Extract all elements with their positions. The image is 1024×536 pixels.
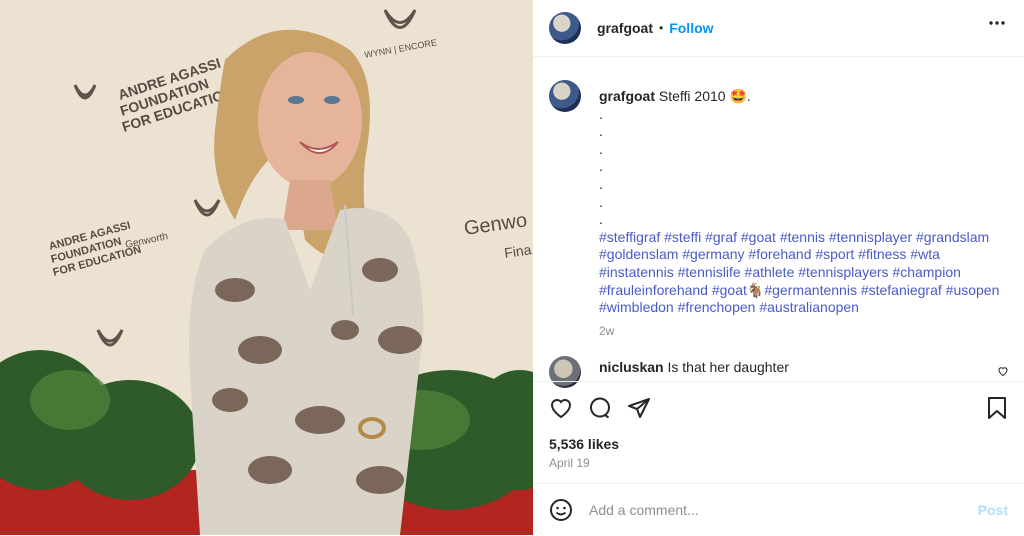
dot-line: . xyxy=(599,105,603,122)
caption-emoji: 🤩 xyxy=(729,88,747,104)
caption-dots: . . . . . . . xyxy=(599,106,1009,229)
post-header: grafgoat • Follow xyxy=(533,0,1024,57)
emoji-icon[interactable] xyxy=(549,498,573,527)
follow-button[interactable]: Follow xyxy=(669,20,713,36)
dot-line: . xyxy=(599,158,603,175)
author-username[interactable]: grafgoat xyxy=(597,20,653,36)
caption-time[interactable]: 2w xyxy=(599,323,1009,341)
author-avatar[interactable] xyxy=(549,12,581,44)
comment-item: nicluskan Is that her daughter xyxy=(549,356,1009,388)
add-comment-bar: Post xyxy=(533,483,1024,536)
commenter-username[interactable]: nicluskan xyxy=(599,359,664,375)
post-details-panel: grafgoat • Follow grafgoat Steffi 2010 🤩… xyxy=(533,0,1024,535)
heart-icon[interactable] xyxy=(549,396,573,425)
photo-illustration: ANDRE AGASSI FOUNDATION FOR EDUCATION AN… xyxy=(0,0,533,535)
caption-text: grafgoat Steffi 2010 🤩. . . . . . . . #s… xyxy=(599,80,1009,340)
caption-username[interactable]: grafgoat xyxy=(599,88,655,104)
action-bar xyxy=(533,381,1024,422)
post-comment-button[interactable]: Post xyxy=(978,502,1008,518)
comment-icon[interactable] xyxy=(588,396,612,425)
share-icon[interactable] xyxy=(627,396,651,425)
dot-line: . xyxy=(599,193,603,210)
post-photo[interactable]: ANDRE AGASSI FOUNDATION FOR EDUCATION AN… xyxy=(0,0,533,535)
more-options-icon[interactable] xyxy=(988,14,1006,36)
caption-avatar[interactable] xyxy=(549,80,581,112)
bookmark-icon[interactable] xyxy=(986,396,1008,425)
caption-hashtags[interactable]: #steffigraf #steffi #graf #goat #tennis … xyxy=(599,229,1009,317)
dot-line: . xyxy=(599,175,603,192)
likes-count[interactable]: 5,536 likes xyxy=(549,436,619,452)
header-separator: • xyxy=(659,21,664,35)
comment-text: Is that her daughter xyxy=(667,359,789,375)
caption-body: Steffi 2010 xyxy=(658,88,726,104)
dot-line: . xyxy=(599,140,603,157)
small-heart-icon[interactable] xyxy=(997,364,1009,382)
caption-area: grafgoat Steffi 2010 🤩. . . . . . . . #s… xyxy=(533,56,1024,356)
comment-text-wrap: nicluskan Is that her daughter xyxy=(599,359,789,375)
caption-row: grafgoat Steffi 2010 🤩. . . . . . . . #s… xyxy=(549,80,1009,340)
comment-input[interactable] xyxy=(587,501,961,519)
dot-line: . xyxy=(599,211,603,228)
dot-line: . xyxy=(599,123,603,140)
post-date[interactable]: April 19 xyxy=(549,456,590,470)
caption-trailing: . xyxy=(746,88,751,104)
